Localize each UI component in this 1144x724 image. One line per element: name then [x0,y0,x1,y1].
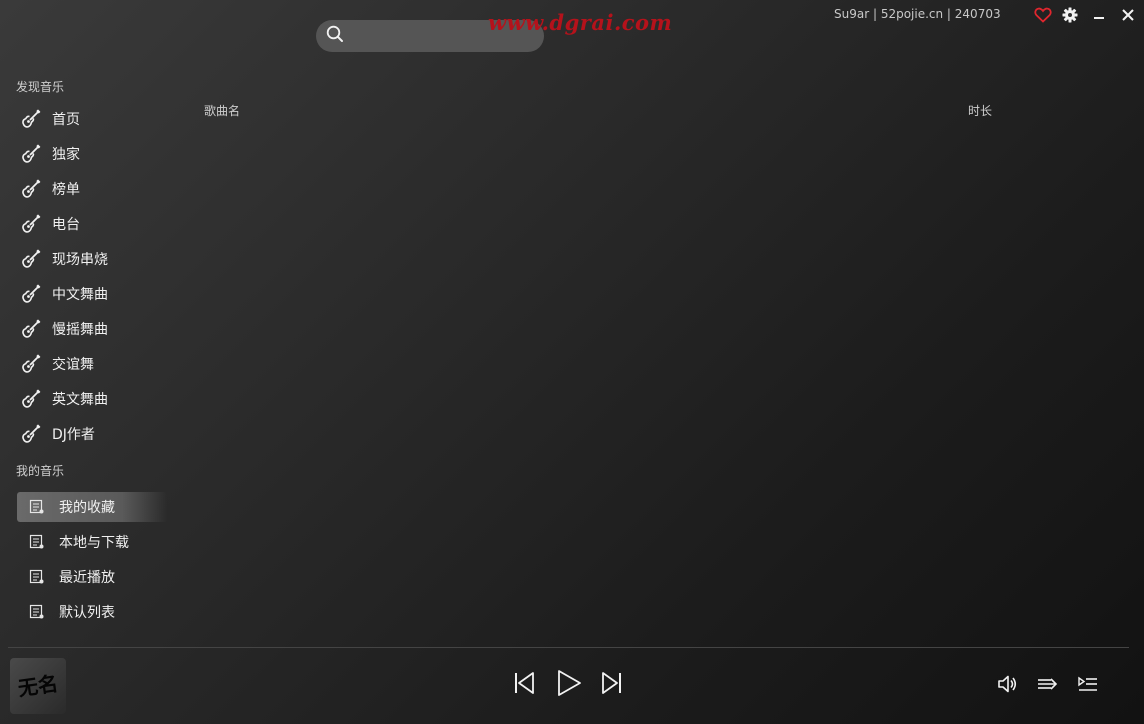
sidebar-item-label: 独家 [52,146,80,163]
previous-track-icon[interactable] [510,668,538,698]
close-icon[interactable] [1119,6,1137,24]
next-track-icon[interactable] [598,668,626,698]
volume-icon[interactable] [995,672,1019,696]
playlist-icon [29,499,45,515]
sidebar-item-label: 交谊舞 [52,356,94,373]
play-mode-sequential-icon[interactable] [1035,672,1059,696]
sidebar-item-discover-9[interactable]: DJ作者 [0,416,170,451]
sidebar-item-label: 现场串烧 [52,251,108,268]
album-cover-text: 无名 [16,671,60,701]
sidebar-item-discover-5[interactable]: 中文舞曲 [0,276,170,311]
guitar-icon [20,318,42,340]
discover-section-title: 发现音乐 [16,80,65,94]
search-icon [326,25,344,47]
guitar-icon [20,108,42,130]
guitar-icon [20,283,42,305]
sidebar-item-label: 慢摇舞曲 [52,321,108,338]
sidebar-item-my-music-1[interactable]: 本地与下载 [17,527,167,557]
guitar-icon [20,388,42,410]
sidebar-item-my-music-2[interactable]: 最近播放 [17,562,167,592]
playlist-icon [29,604,45,620]
sidebar-item-label: 首页 [52,111,80,128]
playlist-icon [29,569,45,585]
sidebar-item-label: DJ作者 [52,426,95,443]
sidebar-item-discover-1[interactable]: 独家 [0,136,170,171]
my-music-section-title: 我的音乐 [16,464,65,478]
guitar-icon [20,213,42,235]
player-divider [8,647,1129,648]
guitar-icon [20,143,42,165]
sidebar-item-label: 榜单 [52,181,80,198]
sidebar-item-discover-4[interactable]: 现场串烧 [0,241,170,276]
sidebar-item-discover-8[interactable]: 英文舞曲 [0,381,170,416]
discover-nav: 首页独家榜单电台现场串烧中文舞曲慢摇舞曲交谊舞英文舞曲 DJ作者 [0,101,170,451]
sidebar-item-label: 我的收藏 [59,500,115,516]
column-header-duration[interactable]: 时长 [968,102,992,119]
sidebar-item-my-music-3[interactable]: 默认列表 [17,597,167,627]
guitar-icon [20,178,42,200]
sidebar-item-label: 中文舞曲 [52,286,108,303]
column-header-song[interactable]: 歌曲名 [204,102,240,119]
sidebar-item-label: 英文舞曲 [52,391,108,408]
playlist-queue-icon[interactable] [1076,672,1100,696]
sidebar-item-discover-0[interactable]: 首页 [0,101,170,136]
watermark-text: www.dgrai.com [488,10,673,35]
sidebar-item-label: 电台 [52,216,80,233]
sidebar-item-discover-6[interactable]: 慢摇舞曲 [0,311,170,346]
sidebar-item-label: 本地与下载 [59,535,129,551]
version-info: Su9ar | 52pojie.cn | 240703 [834,7,1001,21]
guitar-icon [20,248,42,270]
sidebar-item-label: 最近播放 [59,570,115,586]
favorite-heart-icon[interactable] [1034,6,1052,24]
guitar-icon [20,423,42,445]
minimize-icon[interactable] [1090,6,1108,24]
sidebar-item-discover-7[interactable]: 交谊舞 [0,346,170,381]
sidebar-item-label: 默认列表 [59,605,115,621]
album-cover[interactable]: 无名 [10,658,66,714]
sidebar-item-discover-2[interactable]: 榜单 [0,171,170,206]
sidebar-item-discover-3[interactable]: 电台 [0,206,170,241]
playlist-icon [29,534,45,550]
my-music-nav: 我的收藏本地与下载最近播放默认列表 [0,492,170,632]
settings-gear-icon[interactable] [1061,6,1079,24]
sidebar-item-my-music-0[interactable]: 我的收藏 [17,492,167,522]
play-icon[interactable] [553,666,585,700]
guitar-icon [20,353,42,375]
